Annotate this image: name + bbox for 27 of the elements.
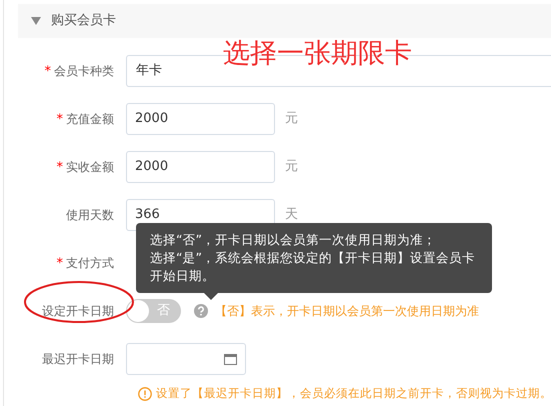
- field-label: 支付方式: [66, 255, 114, 272]
- input-field[interactable]: 2000: [126, 103, 275, 135]
- help-icon[interactable]: [194, 304, 208, 318]
- field-label: 使用天数: [66, 207, 114, 224]
- warning-icon: [138, 386, 152, 401]
- unit-label: 元: [285, 158, 298, 176]
- warning-text: 设置了【最迟开卡日期】，会员必须在此日期之前开卡，否则视为卡过期。: [156, 385, 551, 402]
- section-title: 购买会员卡: [51, 12, 116, 30]
- calendar-icon: [224, 353, 237, 365]
- field-label: 最迟开卡日期: [42, 351, 114, 368]
- unit-label: 元: [285, 110, 298, 128]
- required-mark: *: [56, 256, 63, 270]
- required-mark: *: [44, 64, 51, 78]
- section-header[interactable]: 购买会员卡: [18, 4, 551, 38]
- unit-label: 天: [285, 206, 298, 224]
- field-label: 实收金额: [66, 159, 114, 176]
- field-label: 充值金额: [66, 111, 114, 128]
- switch-hint: 【否】表示，开卡日期以会员第一次使用日期为准: [215, 303, 479, 320]
- tooltip-text: 选择“否”，开卡日期以会员第一次使用日期为准；: [150, 231, 437, 249]
- input-field[interactable]: 2000: [126, 151, 275, 183]
- date-field[interactable]: [126, 343, 246, 375]
- required-mark: *: [56, 112, 63, 126]
- tooltip-text: 选择“是”，系统会根据您设定的【开卡日期】设置会员卡开始日期。: [150, 249, 476, 285]
- field-label: 设定开卡日期: [42, 303, 114, 320]
- collapse-caret-icon: [31, 17, 41, 25]
- field-label: 会员卡种类: [54, 63, 114, 80]
- required-mark: *: [56, 160, 63, 174]
